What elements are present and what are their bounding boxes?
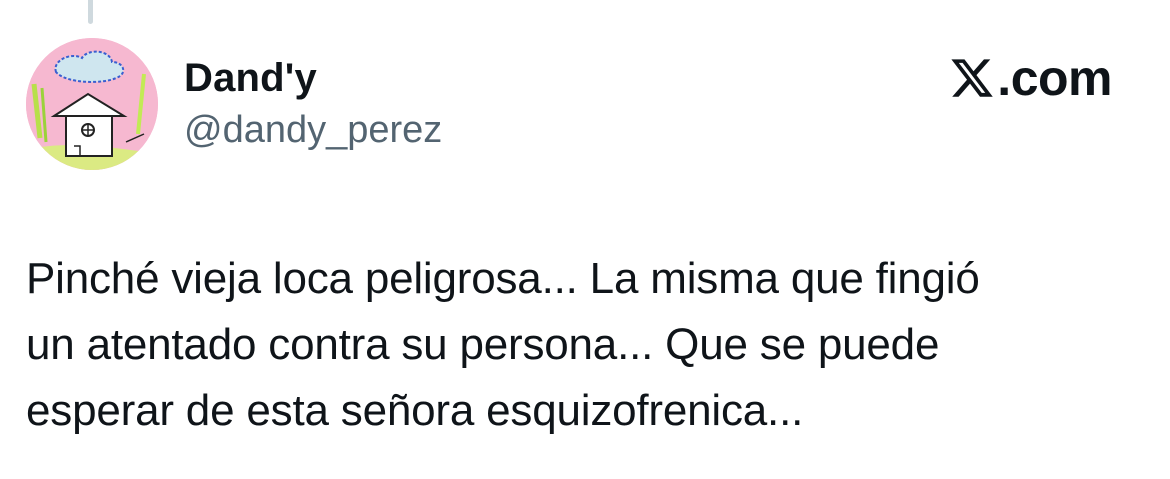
x-logo-icon <box>951 59 994 97</box>
avatar[interactable] <box>26 38 158 170</box>
brand-watermark: .com <box>949 48 1112 108</box>
tweet-text: Pinché vieja loca peligrosa... La misma … <box>26 254 980 435</box>
house-drawing-avatar-icon <box>26 38 158 170</box>
brand-domain-text: .com <box>997 50 1112 106</box>
author-handle[interactable]: @dandy_perez <box>184 104 442 156</box>
author-display-name[interactable]: Dand'y <box>184 52 317 104</box>
thread-connector-line <box>88 0 93 24</box>
